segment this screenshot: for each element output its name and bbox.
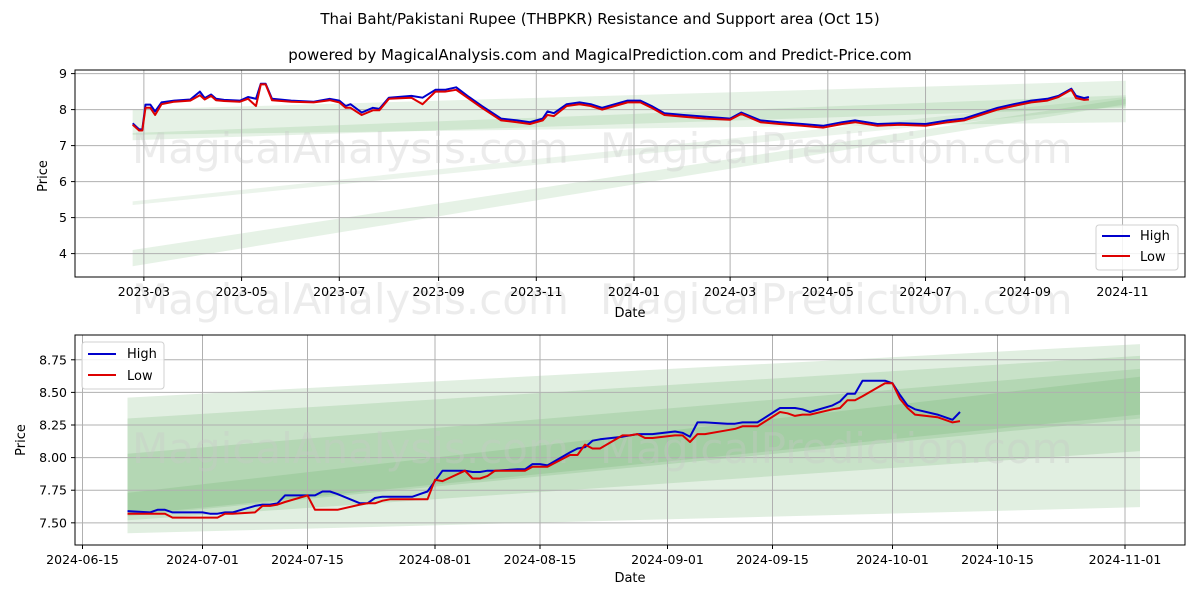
y-tick-label: 7.50 (39, 515, 67, 530)
bottom-x-axis-label: Date (614, 571, 645, 586)
x-tick-label: 2024-07-15 (271, 552, 344, 567)
top-bands (132, 80, 1126, 267)
top-legend: High Low (1095, 224, 1179, 271)
x-tick-label: 2023-03 (118, 284, 170, 299)
top-y-ticks: 4 5 6 7 8 9 (59, 66, 75, 261)
y-tick-label: 8 (59, 102, 67, 117)
legend-high-label: High (127, 347, 157, 362)
x-tick-label: 2024-10-01 (856, 552, 929, 567)
y-tick-label: 6 (59, 174, 67, 189)
y-tick-label: 8.00 (39, 450, 67, 465)
top-chart: MagicalAnalysis.com MagicalPrediction.co… (36, 66, 1186, 324)
x-tick-label: 2024-05 (802, 284, 854, 299)
bottom-y-ticks: 7.50 7.75 8.00 8.25 8.50 8.75 (39, 352, 75, 530)
legend-low-label: Low (1140, 250, 1166, 265)
y-tick-label: 8.75 (39, 352, 67, 367)
x-tick-label: 2024-11 (1096, 284, 1148, 299)
x-tick-label: 2024-08-15 (504, 552, 577, 567)
x-tick-label: 2024-09-15 (736, 552, 809, 567)
y-tick-label: 9 (59, 66, 67, 81)
bottom-legend: High Low (81, 341, 165, 390)
x-tick-label: 2024-09 (999, 284, 1051, 299)
top-y-axis-label: Price (36, 160, 51, 192)
watermark-text: MagicalAnalysis.com (132, 424, 569, 473)
legend-low-label: Low (127, 369, 153, 384)
y-tick-label: 4 (59, 246, 67, 261)
bottom-chart: MagicalAnalysis.com MagicalPrediction.co… (14, 334, 1186, 586)
x-tick-label: 2024-01 (608, 284, 660, 299)
bottom-y-axis-label: Price (14, 424, 29, 456)
x-tick-label: 2024-07 (899, 284, 951, 299)
x-tick-label: 2023-11 (510, 284, 562, 299)
top-x-axis-label: Date (614, 306, 645, 321)
x-tick-label: 2024-03 (704, 284, 756, 299)
x-tick-label: 2024-10-15 (961, 552, 1034, 567)
y-tick-label: 7 (59, 138, 67, 153)
watermark-text: MagicalAnalysis.com (132, 275, 569, 324)
y-tick-label: 8.25 (39, 418, 67, 433)
x-tick-label: 2024-06-15 (46, 552, 119, 567)
x-tick-label: 2024-08-01 (399, 552, 472, 567)
x-tick-label: 2024-07-01 (166, 552, 239, 567)
x-tick-label: 2023-05 (215, 284, 267, 299)
figure: MagicalAnalysis.com MagicalPrediction.co… (14, 66, 1186, 586)
watermark-text: MagicalPrediction.com (600, 275, 1073, 324)
y-tick-label: 8.50 (39, 385, 67, 400)
x-tick-label: 2024-09-01 (631, 552, 704, 567)
x-tick-label: 2024-11-01 (1089, 552, 1162, 567)
watermark-text: MagicalAnalysis.com (132, 124, 569, 173)
x-tick-label: 2023-09 (412, 284, 464, 299)
y-tick-label: 7.75 (39, 483, 67, 498)
y-tick-label: 5 (59, 210, 67, 225)
bottom-x-ticks: 2024-06-15 2024-07-01 2024-07-15 2024-08-01… (46, 545, 1161, 567)
legend-high-label: High (1140, 229, 1170, 244)
x-tick-label: 2023-07 (313, 284, 365, 299)
watermark-text: MagicalPrediction.com (600, 124, 1073, 173)
